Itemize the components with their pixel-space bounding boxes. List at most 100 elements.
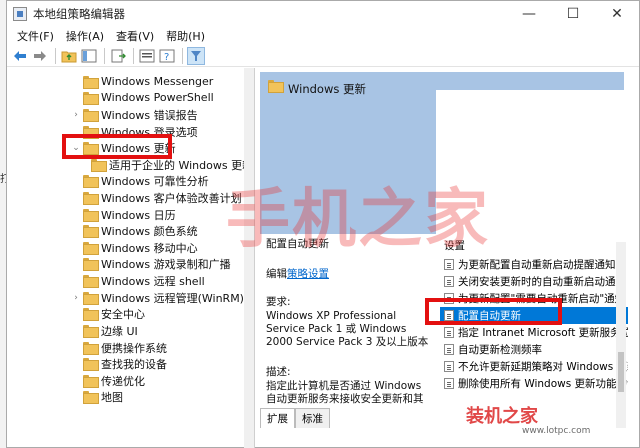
policy-setting-icon [444, 361, 454, 372]
detail-header-title: Windows 更新 [288, 82, 366, 96]
tree-item[interactable]: Windows 客户体验改善计划 [71, 189, 242, 206]
help-icon[interactable]: ? [158, 47, 176, 65]
tree-item-label: Windows 远程 shell [101, 274, 205, 288]
tree-item-label: Windows 远程管理(WinRM) [101, 291, 244, 305]
title-bar[interactable]: 本地组策略编辑器 — ☐ ✕ [7, 1, 639, 27]
watermark-url: www.lotpc.com [522, 426, 591, 436]
setting-row[interactable]: 不允许更新延期策略对 Windows 更新 [440, 358, 628, 375]
setting-label: 指定 Intranet Microsoft 更新服务位置 [458, 327, 628, 339]
tree-item[interactable]: 传递优化 [71, 372, 145, 389]
requirements-text: Windows XP Professional Service Pack 1 或… [266, 310, 429, 348]
edit-prefix: 编辑 [266, 268, 287, 280]
tree-item-label: Windows 移动中心 [101, 241, 198, 255]
setting-row[interactable]: 自动更新检测频率 [440, 341, 628, 358]
back-arrow-icon[interactable] [11, 47, 29, 65]
toolbar-separator [182, 47, 183, 64]
tree-item[interactable]: Windows 可靠性分析 [71, 172, 209, 189]
screenshot-stage: 打 本地组策略编辑器 — ☐ ✕ 文件(F) 操作(A) 查看(V) 帮助(H) [0, 0, 640, 448]
tree-item[interactable]: 查找我的设备 [71, 355, 167, 372]
menu-bar: 文件(F) 操作(A) 查看(V) 帮助(H) [7, 27, 639, 45]
maximize-button[interactable]: ☐ [551, 1, 595, 27]
policy-tree: Windows Messenger Windows PowerShell › Wi… [7, 68, 255, 448]
tree-item[interactable]: 地图 [71, 388, 123, 405]
policy-setting-icon [444, 259, 454, 270]
requirements-label: 要求: [266, 296, 291, 308]
tree-item[interactable]: Windows 游戏录制和广播 [71, 255, 231, 272]
tree-item-label: 便携操作系统 [101, 341, 167, 355]
tab-extended[interactable]: 扩展 [260, 408, 295, 428]
tree-item[interactable]: Windows PowerShell [71, 89, 214, 106]
toolbar-separator [133, 47, 134, 64]
tree-item[interactable]: 便携操作系统 [71, 339, 167, 356]
folder-icon [83, 192, 99, 205]
properties-icon[interactable] [138, 47, 156, 65]
setting-label: 关闭安装更新时的自动重新启动通知 [458, 276, 626, 288]
minimize-button[interactable]: — [507, 1, 551, 27]
watermark-text: 手机之家 [226, 183, 490, 257]
description-label: 描述: [266, 366, 291, 378]
settings-scroll-thumb[interactable] [618, 352, 624, 392]
folder-icon [83, 242, 99, 255]
folder-icon [83, 292, 99, 305]
tree-item-label: Windows Messenger [101, 75, 214, 88]
svg-text:?: ? [164, 52, 169, 63]
chevron-right-icon[interactable]: › [71, 110, 81, 120]
setting-label: 不允许更新延期策略对 Windows 更新 [458, 361, 628, 373]
tree-item-label: Windows 颜色系统 [101, 224, 198, 238]
tree-item[interactable]: Windows 颜色系统 [71, 222, 198, 239]
tree-item-label: Windows 游戏录制和广播 [101, 257, 231, 271]
policy-description-panel: 配置自动更新 编辑策略设置 要求: Windows XP Professiona… [260, 238, 434, 428]
tree-item-label: 传递优化 [101, 374, 145, 388]
policy-setting-icon [444, 344, 454, 355]
tree-item-label: 边缘 UI [101, 324, 138, 338]
menu-file[interactable]: 文件(F) [11, 28, 60, 44]
folder-icon [83, 375, 99, 388]
tree-item[interactable]: › Windows 错误报告 [71, 106, 198, 123]
folder-icon [83, 391, 99, 404]
tree-item-label: Windows 客户体验改善计划 [101, 191, 242, 205]
toolbar: ? [7, 45, 639, 67]
menu-help[interactable]: 帮助(H) [160, 28, 211, 44]
tree-item-label: Windows PowerShell [101, 91, 214, 104]
toolbar-separator [55, 47, 56, 64]
tree-item[interactable]: › Windows 远程管理(WinRM) [71, 289, 244, 306]
menu-view[interactable]: 查看(V) [110, 28, 160, 44]
folder-icon [83, 175, 99, 188]
policy-setting-icon [444, 378, 454, 389]
highlight-box-tree [62, 134, 172, 159]
folder-icon [83, 209, 99, 222]
tree-item[interactable]: 安全中心 [71, 305, 145, 322]
folder-icon [83, 358, 99, 371]
folder-icon [83, 109, 99, 122]
close-button[interactable]: ✕ [595, 1, 639, 27]
setting-label: 删除使用所有 Windows 更新功能的访 [458, 378, 628, 390]
folder-icon [83, 92, 99, 105]
menu-action[interactable]: 操作(A) [60, 28, 110, 44]
tree-item-label: 地图 [101, 390, 123, 404]
forward-arrow-icon[interactable] [31, 47, 49, 65]
show-hide-tree-icon[interactable] [80, 47, 98, 65]
folder-up-icon[interactable] [60, 47, 78, 65]
policy-settings-link[interactable]: 策略设置 [287, 268, 329, 280]
setting-row[interactable]: 指定 Intranet Microsoft 更新服务位置 [440, 324, 628, 341]
description-text: 指定此计算机是否通过 Windows 自动更新服务来接收安全更新和其 [266, 380, 424, 405]
filter-icon[interactable] [187, 46, 205, 65]
setting-row[interactable]: 关闭安装更新时的自动重新启动通知 [440, 273, 628, 290]
tree-item[interactable]: Windows 移动中心 [71, 239, 198, 256]
folder-icon [83, 275, 99, 288]
setting-row[interactable]: 删除使用所有 Windows 更新功能的访 [440, 375, 628, 392]
tree-item[interactable]: Windows 远程 shell [71, 272, 205, 289]
chevron-right-icon[interactable]: › [71, 293, 81, 303]
setting-label: 自动更新检测频率 [458, 344, 542, 356]
folder-icon [83, 308, 99, 321]
tab-standard[interactable]: 标准 [295, 408, 330, 428]
folder-icon [83, 76, 99, 89]
window-title: 本地组策略编辑器 [33, 7, 125, 21]
tree-item[interactable]: Windows Messenger [71, 73, 213, 90]
tree-item[interactable]: Windows 日历 [71, 206, 176, 223]
settings-scrollbar[interactable] [616, 242, 626, 428]
window-controls: — ☐ ✕ [507, 1, 639, 27]
policy-setting-icon [444, 276, 454, 287]
tree-item[interactable]: 边缘 UI [71, 322, 138, 339]
export-list-icon[interactable] [109, 47, 127, 65]
